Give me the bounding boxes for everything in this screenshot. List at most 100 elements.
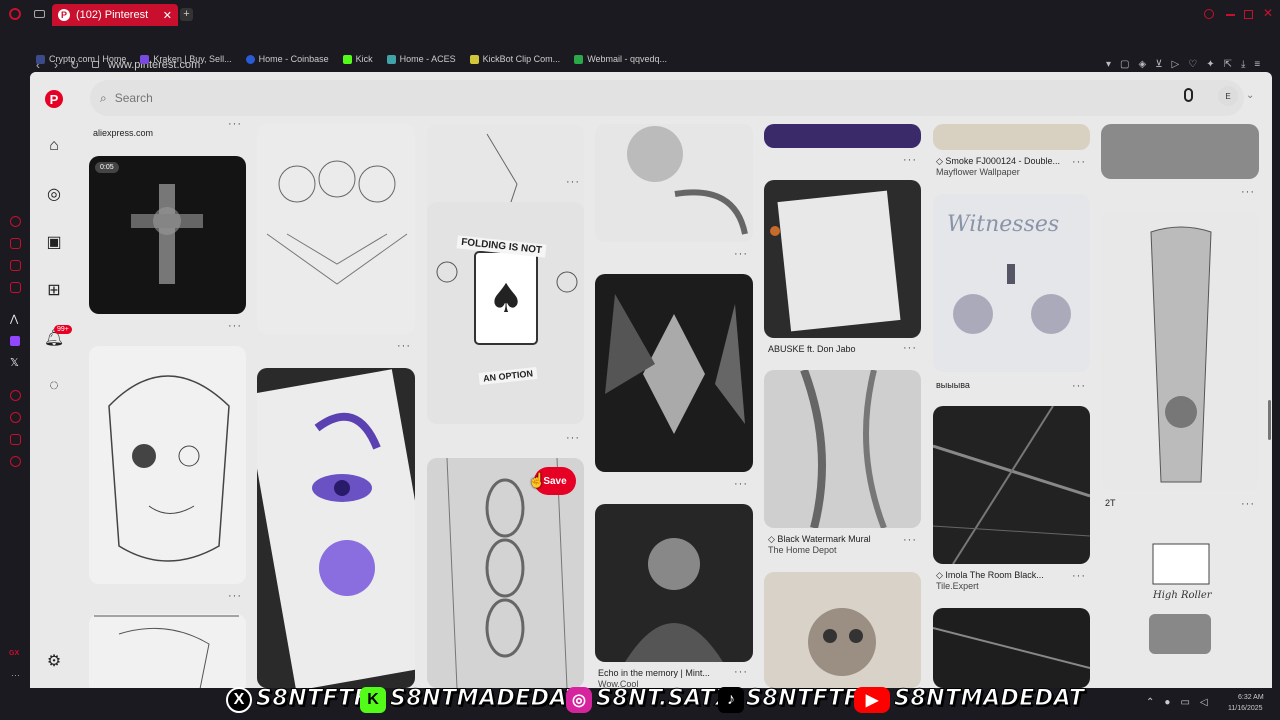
gmail-icon[interactable] (10, 282, 21, 293)
network-icon[interactable]: ▭ (1180, 697, 1189, 708)
aria-icon[interactable] (10, 216, 21, 227)
pin-folding-not-option[interactable]: ♠ FOLDING IS NOT AN OPTION (427, 202, 584, 424)
account-chevron-down-icon[interactable]: ⌄ (1246, 90, 1254, 101)
opera-logo-icon[interactable] (9, 8, 21, 20)
pin-cross-image[interactable]: 0:05 (89, 156, 246, 314)
pin-more-icon[interactable]: ··· (734, 248, 748, 260)
more-sidebar-icon[interactable]: ··· (11, 670, 20, 680)
settings-icon[interactable]: ⚙ (44, 651, 64, 671)
new-tab-button[interactable]: + (180, 8, 193, 21)
explore-icon[interactable]: ◎ (44, 184, 64, 204)
home-icon[interactable]: ⌂ (44, 136, 64, 156)
pin-smoke[interactable] (933, 124, 1090, 150)
pin-skull-hands[interactable] (764, 572, 921, 688)
pin-fur[interactable] (1101, 124, 1259, 179)
gx-icon[interactable]: GX (9, 650, 19, 657)
search-icon[interactable] (1204, 9, 1214, 19)
pin-source[interactable]: Mayflower Wallpaper (936, 167, 1020, 177)
create-icon[interactable]: ⊞ (44, 280, 64, 300)
extensions-sidebar-icon[interactable] (10, 434, 21, 445)
pin-more-icon[interactable]: ··· (1241, 186, 1255, 198)
pin-title[interactable]: 2T (1105, 498, 1116, 508)
pin-more-icon[interactable]: ··· (1241, 498, 1255, 510)
pin-joker-skull[interactable] (89, 346, 246, 584)
pin-more-icon[interactable]: ··· (734, 666, 748, 678)
twitch-icon[interactable] (10, 336, 20, 346)
pin-echo-memory[interactable] (595, 504, 753, 662)
bookmark-crypto[interactable]: Crypto.com | Home (36, 54, 126, 64)
search-input[interactable] (114, 91, 1015, 105)
eye-rose-tattoo (312, 412, 381, 596)
pin-title[interactable]: ◇ Smoke FJ000124 - Double... (936, 156, 1060, 167)
pin-purple-sky[interactable] (764, 124, 921, 148)
pin-watermark-mural[interactable] (764, 370, 921, 528)
pin-source[interactable]: aliexpress.com (93, 128, 153, 138)
pin-more-icon[interactable]: ··· (734, 478, 748, 490)
close-tab-icon[interactable]: ✕ (163, 9, 172, 22)
pin-high-roller[interactable]: High Roller (1101, 524, 1259, 688)
pin-angel[interactable] (595, 124, 753, 242)
chevron-up-icon[interactable]: ⌃ (1146, 697, 1154, 708)
pin-title[interactable]: Echo in the memory | Mint... (598, 668, 710, 678)
x-twitter-icon[interactable]: 𝕏 (10, 356, 19, 369)
avatar[interactable]: E (1218, 86, 1238, 106)
messenger-icon[interactable] (10, 260, 21, 271)
clock-time[interactable]: 6:32 AM (1238, 694, 1264, 701)
pin-more-icon[interactable]: ··· (228, 590, 242, 602)
tab-pinterest[interactable]: P (102) Pinterest ✕ (52, 4, 178, 26)
playing-card-tattoo: ♠ (436, 251, 578, 345)
pin-witnesses-poster[interactable]: Witnesses (933, 194, 1090, 372)
volume-icon[interactable]: ◁ (1200, 697, 1208, 708)
pin-more-icon[interactable]: ··· (1072, 380, 1086, 392)
pin-more-icon[interactable]: ··· (903, 534, 917, 546)
pin-source[interactable]: The Home Depot (768, 545, 837, 555)
close-window-icon[interactable]: ✕ (1263, 6, 1273, 20)
pin-more-icon[interactable]: ··· (1072, 570, 1086, 582)
settings-sidebar-icon[interactable] (10, 456, 21, 467)
pin-more-icon[interactable]: ··· (1072, 156, 1086, 168)
boards-icon[interactable]: ▣ (44, 232, 64, 252)
tab-icon[interactable] (34, 10, 45, 18)
mouse-cursor-icon: ☝ (528, 472, 546, 488)
pin-more-icon[interactable]: ··· (903, 154, 917, 166)
pin-more-icon[interactable]: ··· (903, 342, 917, 354)
crypto-wallet-icon[interactable] (10, 238, 21, 249)
pin-title[interactable]: ABUSKE ft. Don Jabo (768, 344, 856, 354)
pin-sleeve-tattoo[interactable] (1101, 212, 1259, 490)
clock-date[interactable]: 11/16/2025 (1228, 705, 1263, 712)
kick-sidebar-icon[interactable]: ⋀ (10, 314, 18, 325)
page-scrollbar[interactable] (1268, 400, 1271, 440)
pin-title[interactable]: выыыва (936, 380, 970, 390)
pin-imola-marble[interactable] (933, 406, 1090, 564)
minimize-icon[interactable] (1226, 14, 1235, 16)
tab-bar: P (102) Pinterest ✕ + ✕ (0, 0, 1280, 28)
sketch-illustration (94, 615, 239, 688)
mic-tray-icon[interactable]: ● (1164, 697, 1170, 708)
pin-title[interactable]: ◇ Black Watermark Mural (768, 534, 871, 545)
bookmark-kickbot[interactable]: KickBot Clip Com... (469, 54, 560, 64)
pin-source[interactable]: Tile.Expert (936, 581, 979, 591)
bookmark-kraken[interactable]: Kraken | Buy, Sell... (140, 54, 232, 64)
bookmark-kick[interactable]: Kick (342, 54, 373, 64)
pin-more-icon[interactable]: ··· (566, 432, 580, 444)
pinterest-logo-icon[interactable]: P (45, 90, 63, 108)
messages-icon[interactable]: ◌ (44, 376, 64, 396)
pin-shards[interactable] (595, 274, 753, 472)
maximize-icon[interactable] (1244, 10, 1253, 19)
pin-eye-rose[interactable] (257, 368, 415, 688)
bookmark-coinbase[interactable]: Home - Coinbase (245, 54, 329, 64)
bookmark-aces[interactable]: Home - ACES (386, 54, 456, 64)
pin-more-icon[interactable]: ··· (228, 320, 242, 332)
pin-skull-web[interactable] (257, 124, 415, 334)
pin-more-icon[interactable]: ··· (228, 118, 242, 130)
player-icon[interactable] (10, 390, 21, 401)
pin-sketch-bottom[interactable] (89, 614, 246, 688)
bookmark-webmail[interactable]: Webmail - qqvedq... (574, 54, 667, 64)
pin-more-icon[interactable]: ··· (397, 340, 411, 352)
pin-more-icon[interactable]: ··· (566, 176, 580, 188)
pin-abuske[interactable] (764, 180, 921, 338)
pin-marble-bottom[interactable] (933, 608, 1090, 688)
pin-title[interactable]: ◇ Imola The Room Black... (936, 570, 1044, 581)
history-icon[interactable] (10, 412, 21, 423)
microphone-icon[interactable] (1184, 88, 1193, 102)
